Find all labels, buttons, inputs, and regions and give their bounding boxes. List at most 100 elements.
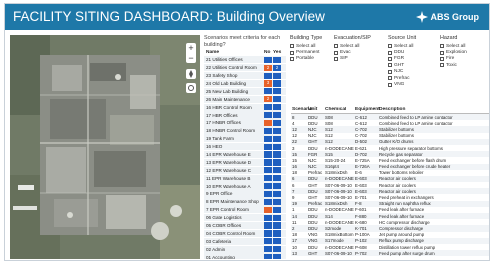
checkbox[interactable]: [388, 82, 392, 87]
building-row[interactable]: 16 HBR Control Room: [204, 103, 286, 111]
scenario-row[interactable]: 12 NJC S12 C-702 Stabilizer bottoms: [291, 126, 489, 133]
scenario-row[interactable]: 4 DDU S08 C-612 Combined feed to LP amine co…: [291, 120, 489, 126]
scenario-row[interactable]: 15 NJC S15-20-24 E-725A Feed exchanger befor…: [291, 157, 489, 163]
building-row[interactable]: 14 EPR Warehouse E: [204, 150, 286, 159]
scenario-row[interactable]: 11 DDU n-DODECANE K-680 HC compressor discha…: [291, 219, 489, 225]
equipment-cell: P-100A: [355, 232, 370, 238]
building-row[interactable]: 8 EPR Maintenance Shop: [204, 198, 286, 206]
building-row[interactable]: 01 Accounting: [204, 253, 286, 259]
scenario-row[interactable]: 13 GHT S07-06-09-10 P-702 Feed pump after su…: [291, 250, 489, 257]
checkbox[interactable]: [440, 50, 444, 55]
checkbox[interactable]: [388, 76, 392, 81]
scenario-id-cell: 15: [292, 151, 297, 157]
scenario-row[interactable]: 22 GHT S12 D-502 Gutter K/O drums: [291, 138, 489, 145]
building-row[interactable]: 04 COBR Control Room: [204, 229, 286, 238]
chemical-cell: S07-06-09-10: [325, 188, 352, 194]
checkbox[interactable]: [388, 44, 392, 49]
equipment-cell: D-502: [355, 139, 367, 145]
checkbox[interactable]: [388, 56, 392, 61]
scenario-row[interactable]: 18 VNG S18mixBottom P-100A Jet pump around p…: [291, 232, 489, 238]
building-row[interactable]: 06 Gate Logistics: [204, 214, 286, 222]
scenario-row[interactable]: 6 GHT S07-06-09-10 E-603 Reactor air coolers: [291, 182, 489, 188]
checkbox[interactable]: [388, 63, 392, 68]
locate-icon[interactable]: [186, 83, 196, 93]
building-row[interactable]: 23 Safety Shop: [204, 71, 286, 80]
building-row[interactable]: 17 HBR Offices: [204, 111, 286, 119]
scenario-row[interactable]: 3 DDU n-DODECANE E-621 High pressure separat…: [291, 145, 489, 151]
unit-cell: FGR: [308, 151, 318, 157]
checkbox[interactable]: [334, 44, 338, 49]
equipment-cell: K-701: [355, 225, 367, 231]
compass-icon[interactable]: [186, 69, 196, 79]
scenario-row[interactable]: 18 Prefrac S18mixDsh E-6 Tower bottoms reboi…: [291, 170, 489, 176]
filter-option-building_type[interactable]: Portable: [290, 56, 322, 62]
yes-count-cell: [273, 119, 281, 127]
scenario-row[interactable]: 1 DDU n-DODECANE F-601 Feed leak after furna…: [291, 207, 489, 213]
no-count-cell: [264, 119, 272, 127]
yes-count-cell: [273, 151, 281, 158]
building-row[interactable]: 21 Utilities Offices: [204, 56, 286, 64]
scenario-row[interactable]: 17 VNG S17mode P-102 Reflux pump discharge: [291, 237, 489, 244]
checkbox[interactable]: [388, 50, 392, 55]
checkbox[interactable]: [334, 50, 338, 55]
scenario-row[interactable]: 6 DDU n-DODECANE E-603 Reactor air coolers: [291, 175, 489, 183]
scenario-row[interactable]: 9 GHT S07-06-09-10 E-701 Feed preheat in exc…: [291, 194, 489, 200]
zoom-in-button[interactable]: +: [186, 43, 196, 53]
checkbox[interactable]: [440, 44, 444, 49]
building-row[interactable]: 7 EPR Control Room: [204, 206, 286, 214]
scenario-row[interactable]: 14 DDU S14 F-880 Feed leak after furnace: [291, 213, 489, 220]
site-map[interactable]: + −: [10, 35, 200, 259]
chemical-cell: n-DODECANE: [325, 176, 354, 182]
scenario-row[interactable]: 10 DDU n-DODECANE P-608 Distillation tower r…: [291, 244, 489, 250]
scenario-row[interactable]: 7 DDU S07-06-09-10 E-603 Reactor air coolers: [291, 188, 489, 195]
building-row[interactable]: 24 Old Lab Building 3: [204, 79, 286, 88]
filter-option-source_unit[interactable]: VNG: [388, 81, 416, 87]
filter-option-label: Toxic: [446, 62, 457, 68]
chemical-cell: S08: [325, 114, 333, 120]
scenario-row[interactable]: 2 DDU S2mode K-701 Compressor discharge: [291, 225, 489, 232]
chemical-cell: S17mode: [325, 238, 344, 244]
checkbox[interactable]: [290, 56, 294, 61]
col-unit-header: Unit: [308, 107, 318, 112]
description-cell: Reflux pump discharge: [379, 238, 424, 244]
scenario-row[interactable]: 8 DDU S08 C-612 Combined feed to LP amine co…: [291, 114, 489, 121]
building-row[interactable]: 26 Main Maintenance 2: [204, 95, 286, 103]
building-row[interactable]: 17 HNBR Offices: [204, 119, 286, 127]
building-row[interactable]: 10 EPR Warehouse A: [204, 182, 286, 190]
building-row[interactable]: 11 EPR Warehouse B: [204, 174, 286, 182]
checkbox[interactable]: [388, 69, 392, 74]
building-row[interactable]: 25 New Lab Building: [204, 87, 286, 96]
filter-option-evacuation[interactable]: SIP: [334, 56, 371, 62]
checkbox[interactable]: [334, 56, 338, 61]
source-unit-label: Source Unit: [388, 35, 417, 41]
filter-option-label: VNG: [394, 82, 405, 88]
yes-count-cell: [273, 159, 281, 166]
building-row[interactable]: 16 HEO: [204, 142, 286, 151]
building-row[interactable]: 13 EPR Warehouse D: [204, 158, 286, 167]
checkbox[interactable]: [290, 44, 294, 49]
description-cell: Compressor discharge: [379, 225, 424, 231]
scenario-id-cell: 22: [292, 139, 297, 145]
building-row[interactable]: 02 Admin: [204, 245, 286, 253]
building-row[interactable]: 12 EPR Warehouse C: [204, 166, 286, 174]
yes-count-cell: [273, 198, 281, 205]
chemical-cell: S18mixDsh: [325, 201, 348, 207]
scenario-row[interactable]: 12 NJC S12 C-702 Stabilizer bottoms: [291, 133, 489, 139]
scenario-row[interactable]: 15 FGR S15 D-702 Recycle gas separator: [291, 151, 489, 158]
building-row[interactable]: 9 EPR Office: [204, 190, 286, 198]
building-row[interactable]: 03 Cafeteria: [204, 237, 286, 245]
building-row[interactable]: 19 Tank Farm: [204, 135, 286, 143]
checkbox[interactable]: [440, 63, 444, 68]
col-chemical-header: Chemical: [325, 107, 347, 112]
scenario-row[interactable]: 16 NJC S16pt4 E-726A Feed exchanger before c…: [291, 163, 489, 170]
building-row[interactable]: 22 Utilities Control Room 2 2: [204, 64, 286, 72]
building-row[interactable]: 18 HNBR Control Room: [204, 127, 286, 135]
checkbox[interactable]: [290, 50, 294, 55]
filter-option-hazard[interactable]: Toxic: [440, 62, 467, 68]
checkbox[interactable]: [440, 56, 444, 61]
building-name: 19 Tank Farm: [206, 136, 234, 142]
building-name: 17 HNBR Offices: [206, 120, 241, 126]
building-row[interactable]: 05 COBR Offices: [204, 221, 286, 230]
scenario-row[interactable]: 19 Prefrac S18mixDsh F-8 Straight run naphth…: [291, 200, 489, 207]
zoom-out-button[interactable]: −: [186, 53, 196, 63]
